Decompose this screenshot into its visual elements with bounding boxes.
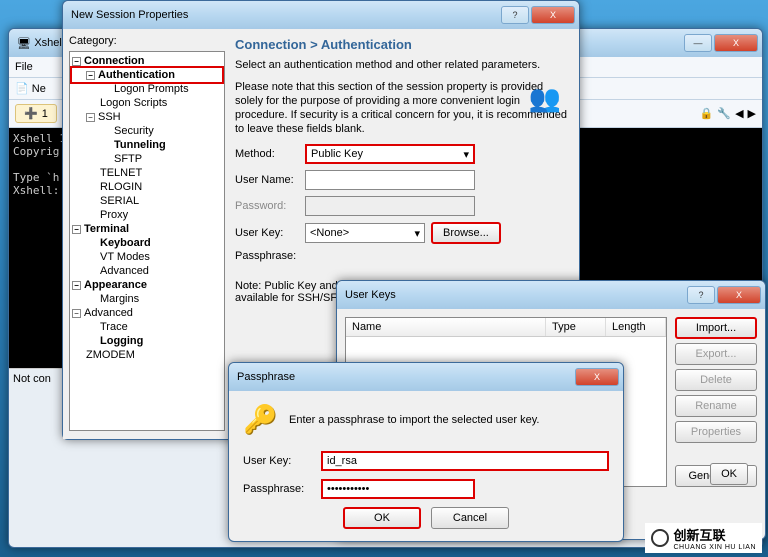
tree-rlogin[interactable]: RLOGIN: [72, 180, 222, 194]
collapse-icon[interactable]: −: [72, 281, 81, 290]
password-label: Password:: [235, 200, 305, 212]
tree-keyboard[interactable]: Keyboard: [72, 236, 222, 250]
tree-advanced[interactable]: Advanced: [72, 264, 222, 278]
method-label: Method:: [235, 148, 305, 160]
tree-authentication[interactable]: Authentication: [98, 69, 175, 81]
tree-appearance[interactable]: Appearance: [84, 279, 147, 291]
collapse-icon[interactable]: −: [72, 225, 81, 234]
close-button[interactable]: X: [531, 6, 575, 24]
collapse-icon[interactable]: −: [86, 113, 95, 122]
minimize-button[interactable]: —: [684, 34, 712, 52]
file-menu[interactable]: File: [15, 61, 33, 73]
properties-button: Properties: [675, 421, 757, 443]
tree-margins[interactable]: Margins: [72, 292, 222, 306]
rename-button: Rename: [675, 395, 757, 417]
tree-logon-prompts[interactable]: Logon Prompts: [72, 82, 222, 96]
userkey-label: User Key:: [235, 227, 305, 239]
category-label: Category:: [69, 35, 225, 47]
watermark-domain: CHUANG XIN HU LIAN: [673, 544, 756, 551]
watermark-brand: 创新互联: [673, 525, 756, 544]
tree-trace[interactable]: Trace: [72, 320, 222, 334]
pp-userkey-label: User Key:: [243, 455, 321, 467]
col-type[interactable]: Type: [546, 318, 606, 336]
tree-telnet[interactable]: TELNET: [72, 166, 222, 180]
watermark: 创新互联 CHUANG XIN HU LIAN: [645, 523, 762, 553]
close-button[interactable]: X: [575, 368, 619, 386]
cancel-button[interactable]: Cancel: [431, 507, 509, 529]
nav-next-icon[interactable]: ▶: [748, 107, 756, 120]
breadcrumb: Connection > Authentication: [235, 35, 573, 58]
tree-serial[interactable]: SERIAL: [72, 194, 222, 208]
passphrase-prompt: Enter a passphrase to import the selecte…: [289, 414, 539, 426]
collapse-icon[interactable]: −: [86, 71, 95, 80]
close-button[interactable]: X: [717, 286, 761, 304]
xshell-app-icon: 🖥: [17, 37, 31, 50]
username-input[interactable]: [305, 170, 475, 190]
tree-terminal[interactable]: Terminal: [84, 223, 129, 235]
password-input: [305, 196, 475, 216]
username-label: User Name:: [235, 174, 305, 186]
userkey-select[interactable]: <None> ▾: [305, 223, 425, 243]
tree-sftp[interactable]: SFTP: [72, 152, 222, 166]
tree-logon-scripts[interactable]: Logon Scripts: [72, 96, 222, 110]
passphrase-titlebar[interactable]: Passphrase X: [229, 363, 623, 391]
collapse-icon[interactable]: −: [72, 309, 81, 318]
tree-ssh[interactable]: SSH: [98, 111, 121, 123]
help-button[interactable]: ?: [687, 286, 715, 304]
browse-button[interactable]: Browse...: [431, 222, 501, 244]
import-button[interactable]: Import...: [675, 317, 757, 339]
delete-button: Delete: [675, 369, 757, 391]
method-select[interactable]: Public Key ▾: [305, 144, 475, 164]
export-button: Export...: [675, 343, 757, 365]
key-icon: 🔑: [243, 403, 277, 437]
users-icon: 👥: [529, 83, 561, 114]
userkeys-ok-button[interactable]: OK: [710, 463, 748, 485]
tree-vtmodes[interactable]: VT Modes: [72, 250, 222, 264]
tree-advanced2[interactable]: Advanced: [84, 307, 133, 319]
passphrase-title: Passphrase: [237, 371, 575, 383]
pp-userkey-input[interactable]: [321, 451, 609, 471]
category-tree[interactable]: −Connection −Authentication Logon Prompt…: [69, 51, 225, 431]
auth-desc-2: Please note that this section of the ses…: [235, 80, 573, 136]
collapse-icon[interactable]: −: [72, 57, 81, 66]
pp-passphrase-label: Passphrase:: [243, 483, 321, 495]
auth-desc-1: Select an authentication method and othe…: [235, 58, 573, 72]
watermark-logo-icon: [651, 529, 669, 547]
tools-icon[interactable]: 🔧: [717, 107, 731, 120]
passphrase-label: Passphrase:: [235, 250, 305, 262]
lock-icon: 🔒: [700, 107, 714, 120]
chevron-down-icon: ▾: [414, 227, 420, 240]
ok-button[interactable]: OK: [343, 507, 421, 529]
tree-zmodem[interactable]: ZMODEM: [72, 348, 222, 362]
session-tab[interactable]: ➕ 1: [15, 104, 57, 123]
new-button[interactable]: 📄 Ne: [15, 82, 46, 95]
userkeys-titlebar[interactable]: User Keys ? X: [337, 281, 765, 309]
session-titlebar[interactable]: New Session Properties ? X: [63, 1, 579, 29]
pp-passphrase-input[interactable]: [321, 479, 475, 499]
col-length[interactable]: Length: [606, 318, 666, 336]
tree-connection[interactable]: Connection: [84, 55, 145, 67]
close-button[interactable]: X: [714, 34, 758, 52]
session-title: New Session Properties: [71, 9, 501, 21]
help-button[interactable]: ?: [501, 6, 529, 24]
tree-tunneling[interactable]: Tunneling: [72, 138, 222, 152]
chevron-down-icon: ▾: [463, 148, 469, 161]
col-name[interactable]: Name: [346, 318, 546, 336]
userkeys-title: User Keys: [345, 289, 687, 301]
nav-prev-icon[interactable]: ◀: [735, 107, 743, 120]
tree-logging[interactable]: Logging: [72, 334, 222, 348]
tree-proxy[interactable]: Proxy: [72, 208, 222, 222]
tree-security[interactable]: Security: [72, 124, 222, 138]
passphrase-dialog: Passphrase X 🔑 Enter a passphrase to imp…: [228, 362, 624, 542]
